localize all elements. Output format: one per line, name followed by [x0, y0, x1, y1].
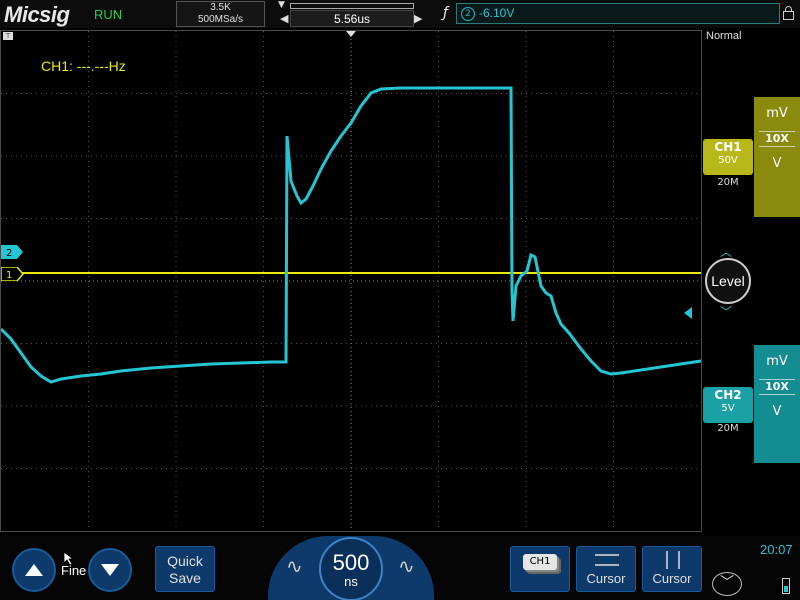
run-stop-status[interactable]: RUN [94, 7, 122, 22]
memory-position-marker-icon: ▼ [278, 0, 285, 10]
horizontal-cursor-icon [595, 554, 619, 566]
top-status-bar: Micsig RUN 3.5K 500MSa/s ▼ ◀ 5.56us ▶ ƒ … [0, 0, 800, 28]
quick-save-button[interactable]: Quick Save [155, 546, 215, 592]
bottom-toolbar: Fine Quick Save ∿ 500 ns ∿ CH1 Cursor Cu… [0, 536, 800, 600]
ch1-probe-factor[interactable]: 10X [759, 131, 795, 147]
ch2-unit-v[interactable]: V [754, 395, 800, 429]
delay-left-arrow-icon[interactable]: ◀ [280, 12, 288, 25]
ch1-unit-v[interactable]: V [754, 147, 800, 181]
ch1-offset-marker[interactable]: 1 [1, 267, 25, 281]
center-axes [1, 31, 701, 531]
horizontal-cursor-button[interactable]: Cursor [576, 546, 636, 592]
ch1-unit-mv[interactable]: mV [754, 97, 800, 131]
brand-logo: Micsig [4, 2, 70, 27]
timebase-value: 500 [332, 550, 370, 575]
ch2-label-button[interactable]: CH2 5V [703, 387, 753, 423]
trigger-position-marker-icon [346, 31, 356, 37]
arrow-up-icon [25, 564, 43, 576]
trigger-level-value: -6.10V [479, 6, 515, 20]
ch1-label-button[interactable]: CH1 50V [703, 139, 753, 175]
vertical-cursor-icon [666, 551, 680, 569]
ch2-bandwidth: 20M [717, 423, 739, 434]
ch1-volts: 50V [718, 155, 738, 166]
trigger-info[interactable]: 2 -6.10V [456, 3, 780, 24]
acquisition-info[interactable]: 3.5K 500MSa/s [176, 1, 265, 27]
level-down-chevron-icon[interactable]: ﹀ [720, 303, 732, 320]
vertical-cursor-button[interactable]: Cursor [642, 546, 702, 592]
battery-icon [782, 578, 790, 594]
graticule-svg [1, 31, 701, 531]
level-knob-button[interactable]: Level [705, 258, 751, 304]
arrow-up-button[interactable] [12, 548, 56, 592]
waveform-display[interactable]: ⊤ CH1: ---.---Hz 2 1 [0, 30, 702, 532]
ch2-name: CH2 [714, 388, 742, 402]
ch2-marker-label: 2 [6, 248, 12, 259]
trigger-level-arrow-icon[interactable] [684, 307, 692, 319]
ch2-scale-panel[interactable]: mV 10X V [754, 345, 800, 463]
timebase-knob[interactable]: 500 ns [319, 537, 383, 600]
timebase-unit: ns [344, 574, 358, 589]
timebase-decrease-wave-icon[interactable]: ∿ [286, 554, 303, 578]
channel-stack-icon: CH1 [523, 554, 557, 570]
ch1-bandwidth: 20M [717, 177, 739, 188]
sample-rate: 500MSa/s [197, 14, 244, 25]
fine-label[interactable]: Fine [61, 563, 86, 578]
timebase-increase-wave-icon[interactable]: ∿ [398, 554, 415, 578]
trigger-delay-readout[interactable]: 5.56us [290, 10, 414, 27]
clock: 20:07 [760, 542, 793, 557]
ch2-volts: 5V [721, 403, 735, 414]
channel-menu-button[interactable]: CH1 [510, 546, 570, 592]
ch1-name: CH1 [714, 140, 742, 154]
quick-save-line2: Save [169, 570, 201, 586]
quick-save-line1: Quick [167, 553, 203, 569]
ch2-offset-marker[interactable]: 2 [1, 245, 25, 259]
rising-edge-icon: ƒ [443, 5, 448, 21]
ch1-marker-label: 1 [6, 270, 12, 281]
arrow-down-icon [101, 564, 119, 576]
ch2-unit-mv[interactable]: mV [754, 345, 800, 379]
ch2-probe-factor[interactable]: 10X [759, 379, 795, 395]
ch1-scale-panel[interactable]: mV 10X V [754, 97, 800, 217]
trigger-source-badge: 2 [461, 7, 475, 21]
vertical-cursor-label: Cursor [652, 571, 692, 586]
horizontal-cursor-label: Cursor [586, 571, 626, 586]
arrow-down-button[interactable] [88, 548, 132, 592]
lock-icon[interactable] [783, 6, 794, 20]
memory-position-bar[interactable] [290, 3, 414, 9]
trigger-mode[interactable]: Normal [706, 30, 741, 42]
frequency-readout: CH1: ---.---Hz [41, 58, 126, 74]
memory-depth: 3.5K [210, 2, 231, 13]
battery-level [784, 586, 788, 592]
screen-corner-icon: ⊤ [3, 32, 13, 40]
menu-chevron-icon[interactable]: ﹀ [712, 572, 742, 596]
delay-right-arrow-icon[interactable]: ▶ [414, 12, 422, 25]
